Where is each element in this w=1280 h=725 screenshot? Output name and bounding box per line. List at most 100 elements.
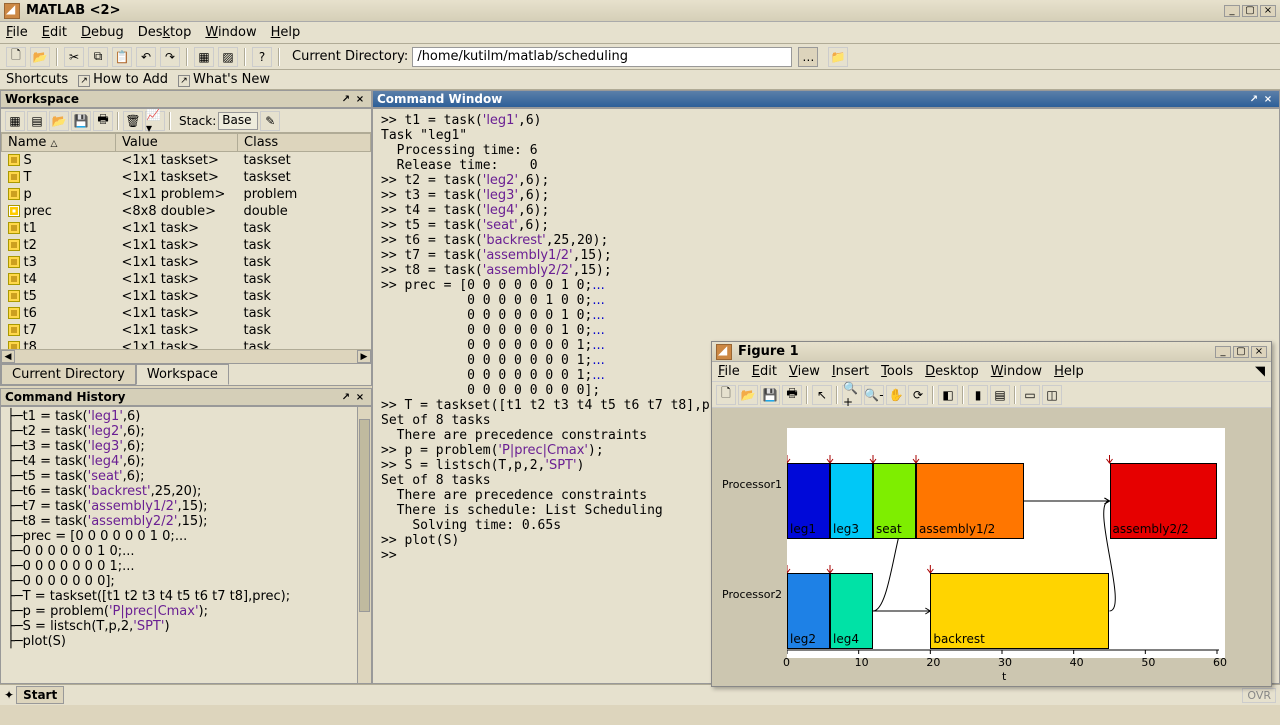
print-icon[interactable]: 🖶 (93, 111, 113, 131)
panel-close-icon[interactable]: × (353, 390, 367, 404)
history-line[interactable]: ├─prec = [0 0 0 0 0 0 1 0;... (7, 529, 365, 544)
workspace-table[interactable]: Name △ Value Class S<1x1 taskset>taskset… (1, 133, 371, 349)
command-history-body[interactable]: ├─t1 = task('leg1',6)├─t2 = task('leg2',… (1, 407, 371, 683)
open-var-icon[interactable]: ▤ (27, 111, 47, 131)
cmdhist-vscroll[interactable] (357, 407, 371, 683)
menu-window[interactable]: Window (205, 25, 256, 40)
menu-help[interactable]: Help (271, 25, 301, 40)
rotate-icon[interactable]: ⟳ (908, 385, 928, 405)
browse-button[interactable]: … (798, 47, 818, 67)
datacursor-icon[interactable]: ◧ (938, 385, 958, 405)
delete-icon[interactable]: 🗑 (123, 111, 143, 131)
undock-icon[interactable]: ↗ (1247, 92, 1261, 106)
up-folder-icon[interactable]: 📁 (828, 47, 848, 67)
table-row[interactable]: t5<1x1 task>task (2, 288, 371, 305)
new-fig-icon[interactable]: 🗋 (716, 385, 736, 405)
history-line[interactable]: ├─T = taskset([t1 t2 t3 t4 t5 t6 t7 t8],… (7, 589, 365, 604)
simulink-icon[interactable]: ▦ (194, 47, 214, 67)
stack-selector[interactable]: Base (218, 112, 258, 130)
fig-menu-help[interactable]: Help (1054, 364, 1084, 379)
table-row[interactable]: t6<1x1 task>task (2, 305, 371, 322)
close-button[interactable]: × (1260, 5, 1276, 17)
fig-menu-tools[interactable]: Tools (881, 364, 913, 379)
fig-menu-view[interactable]: View (789, 364, 820, 379)
stack-edit-icon[interactable]: ✎ (260, 111, 280, 131)
help-icon[interactable]: ? (252, 47, 272, 67)
table-row[interactable]: prec<8x8 double>double (2, 203, 371, 220)
history-line[interactable]: ├─t6 = task('backrest',25,20); (7, 484, 365, 499)
panel-close-icon[interactable]: × (353, 92, 367, 106)
new-var-icon[interactable]: ▦ (5, 111, 25, 131)
figure-menubar[interactable]: File Edit View Insert Tools Desktop Wind… (712, 362, 1271, 382)
panel-close-icon[interactable]: × (1261, 92, 1275, 106)
maximize-button[interactable]: ▢ (1233, 346, 1249, 358)
zoom-out-icon[interactable]: 🔍- (864, 385, 884, 405)
legend-icon[interactable]: ▤ (990, 385, 1010, 405)
paste-icon[interactable]: 📋 (112, 47, 132, 67)
history-line[interactable]: ├─t3 = task('leg3',6); (7, 439, 365, 454)
whatsnew-link[interactable]: ↗What's New (178, 72, 270, 87)
table-row[interactable]: t3<1x1 task>task (2, 254, 371, 271)
figure-window[interactable]: Figure 1 _ ▢ × File Edit View Insert Too… (711, 341, 1272, 687)
table-row[interactable]: t1<1x1 task>task (2, 220, 371, 237)
hide-tools-icon[interactable]: ▭ (1020, 385, 1040, 405)
open-file-icon[interactable]: 📂 (30, 47, 50, 67)
history-line[interactable]: ├─t1 = task('leg1',6) (7, 409, 365, 424)
table-row[interactable]: p<1x1 problem>problem (2, 186, 371, 203)
history-line[interactable]: ├─plot(S) (7, 634, 365, 649)
show-tools-icon[interactable]: ◫ (1042, 385, 1062, 405)
zoom-in-icon[interactable]: 🔍+ (842, 385, 862, 405)
fig-menu-edit[interactable]: Edit (752, 364, 777, 379)
howto-add-link[interactable]: ↗How to Add (78, 72, 168, 87)
history-line[interactable]: ├─t7 = task('assembly1/2',15); (7, 499, 365, 514)
table-row[interactable]: t8<1x1 task>task (2, 339, 371, 350)
table-row[interactable]: T<1x1 taskset>taskset (2, 169, 371, 186)
tab-current-directory[interactable]: Current Directory (1, 364, 136, 385)
history-line[interactable]: ├─S = listsch(T,p,2,'SPT') (7, 619, 365, 634)
history-line[interactable]: ├─t4 = task('leg4',6); (7, 454, 365, 469)
history-line[interactable]: ├─0 0 0 0 0 0 0]; (7, 574, 365, 589)
pointer-icon[interactable]: ↖ (812, 385, 832, 405)
current-directory-input[interactable] (412, 47, 792, 67)
history-line[interactable]: ├─0 0 0 0 0 0 0 1;... (7, 559, 365, 574)
table-row[interactable]: t7<1x1 task>task (2, 322, 371, 339)
guide-icon[interactable]: ▨ (218, 47, 238, 67)
start-button[interactable]: Start (16, 686, 64, 704)
save-fig-icon[interactable]: 💾 (760, 385, 780, 405)
fig-menu-window[interactable]: Window (991, 364, 1042, 379)
history-line[interactable]: ├─t2 = task('leg2',6); (7, 424, 365, 439)
menu-file[interactable]: File (6, 25, 28, 40)
colorbar-icon[interactable]: ▮ (968, 385, 988, 405)
table-row[interactable]: t2<1x1 task>task (2, 237, 371, 254)
table-row[interactable]: t4<1x1 task>task (2, 271, 371, 288)
menu-edit[interactable]: Edit (42, 25, 67, 40)
new-file-icon[interactable]: 🗋 (6, 47, 26, 67)
menu-debug[interactable]: Debug (81, 25, 124, 40)
pan-icon[interactable]: ✋ (886, 385, 906, 405)
history-line[interactable]: ├─0 0 0 0 0 0 1 0;... (7, 544, 365, 559)
history-line[interactable]: ├─p = problem('P|prec|Cmax'); (7, 604, 365, 619)
redo-icon[interactable]: ↷ (160, 47, 180, 67)
fig-menu-file[interactable]: File (718, 364, 740, 379)
open-fig-icon[interactable]: 📂 (738, 385, 758, 405)
table-row[interactable]: S<1x1 taskset>taskset (2, 152, 371, 169)
save-ws-icon[interactable]: 💾 (71, 111, 91, 131)
plot-dropdown-icon[interactable]: 📈▾ (145, 111, 165, 131)
maximize-button[interactable]: ▢ (1242, 5, 1258, 17)
fig-menu-insert[interactable]: Insert (832, 364, 869, 379)
copy-icon[interactable]: ⧉ (88, 47, 108, 67)
minimize-button[interactable]: _ (1224, 5, 1240, 17)
history-line[interactable]: ├─t5 = task('seat',6); (7, 469, 365, 484)
menu-desktop[interactable]: Desktop (138, 25, 192, 40)
minimize-button[interactable]: _ (1215, 346, 1231, 358)
fig-menu-desktop[interactable]: Desktop (925, 364, 979, 379)
figure-titlebar[interactable]: Figure 1 _ ▢ × (712, 342, 1271, 362)
cut-icon[interactable]: ✂ (64, 47, 84, 67)
undo-icon[interactable]: ↶ (136, 47, 156, 67)
history-line[interactable]: ├─t8 = task('assembly2/2',15); (7, 514, 365, 529)
main-menubar[interactable]: File Edit Debug Desktop Window Help (0, 22, 1280, 44)
undock-icon[interactable]: ↗ (339, 92, 353, 106)
print-fig-icon[interactable]: 🖶 (782, 385, 802, 405)
menu-overflow-icon[interactable]: ◥ (1255, 364, 1265, 379)
import-data-icon[interactable]: 📂 (49, 111, 69, 131)
